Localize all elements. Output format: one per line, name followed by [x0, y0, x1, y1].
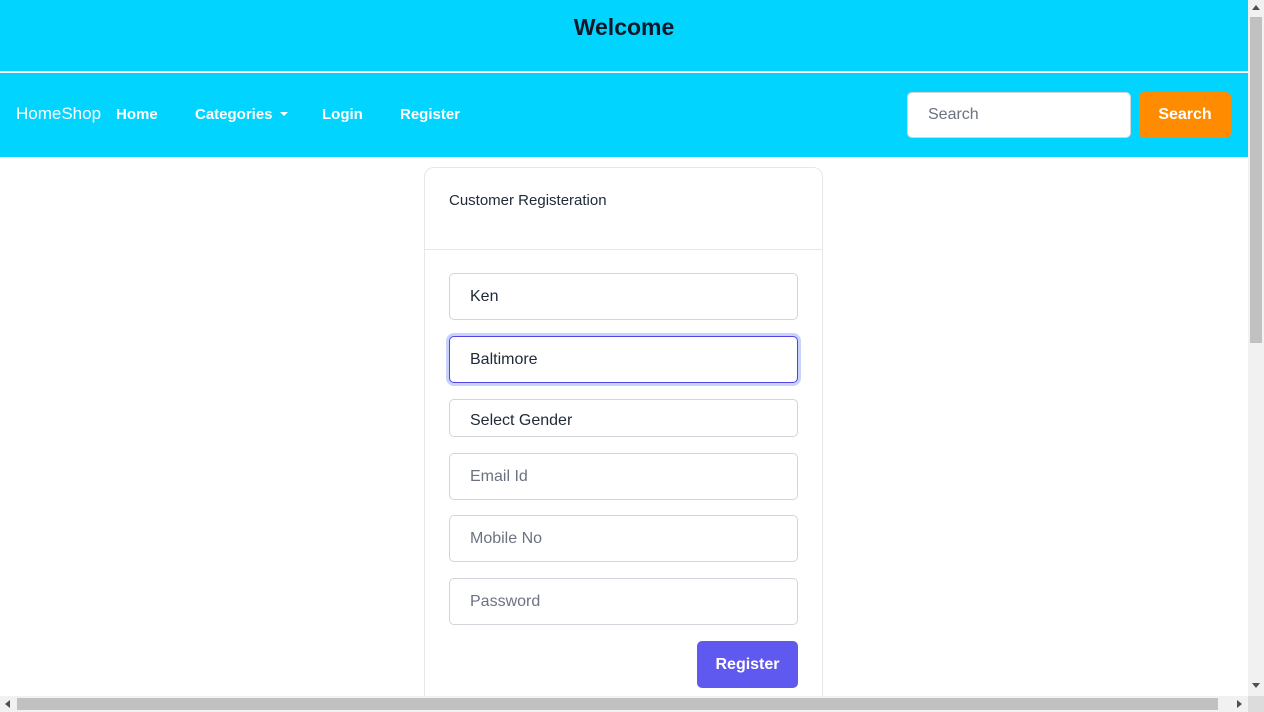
- gender-select-value: Select Gender: [470, 412, 573, 429]
- gender-select[interactable]: Select Gender: [449, 399, 798, 437]
- registration-card-title: Customer Registeration: [425, 168, 822, 250]
- main-navbar: HomeShop Home Categories Login Register …: [0, 73, 1248, 157]
- nav-link-login[interactable]: Login: [322, 106, 363, 123]
- welcome-banner: Welcome: [0, 0, 1248, 72]
- first-name-field[interactable]: [449, 273, 798, 320]
- vertical-scroll-thumb[interactable]: [1250, 17, 1262, 343]
- horizontal-scroll-thumb[interactable]: [17, 698, 1218, 710]
- scroll-up-arrow-icon[interactable]: [1252, 5, 1260, 10]
- scrollbar-corner: [1248, 696, 1264, 712]
- registration-card: Customer Registeration: [424, 167, 823, 712]
- search-input[interactable]: [907, 92, 1131, 138]
- vertical-scrollbar[interactable]: [1248, 0, 1264, 696]
- nav-link-register[interactable]: Register: [400, 106, 460, 123]
- nav-link-home[interactable]: Home: [116, 106, 158, 123]
- scroll-left-arrow-icon[interactable]: [5, 700, 10, 708]
- horizontal-scrollbar[interactable]: [0, 696, 1248, 712]
- search-button[interactable]: Search: [1139, 92, 1231, 138]
- mobile-field[interactable]: [449, 515, 798, 562]
- email-field[interactable]: [449, 453, 798, 500]
- nav-dropdown-categories[interactable]: Categories: [195, 106, 288, 123]
- brand-logo[interactable]: HomeShop: [16, 104, 101, 124]
- page-title: Welcome: [573, 14, 675, 40]
- register-submit-button[interactable]: Register: [697, 641, 798, 688]
- last-name-field[interactable]: [449, 336, 798, 383]
- scroll-right-arrow-icon[interactable]: [1237, 700, 1242, 708]
- password-field[interactable]: [449, 578, 798, 625]
- scroll-down-arrow-icon[interactable]: [1252, 683, 1260, 688]
